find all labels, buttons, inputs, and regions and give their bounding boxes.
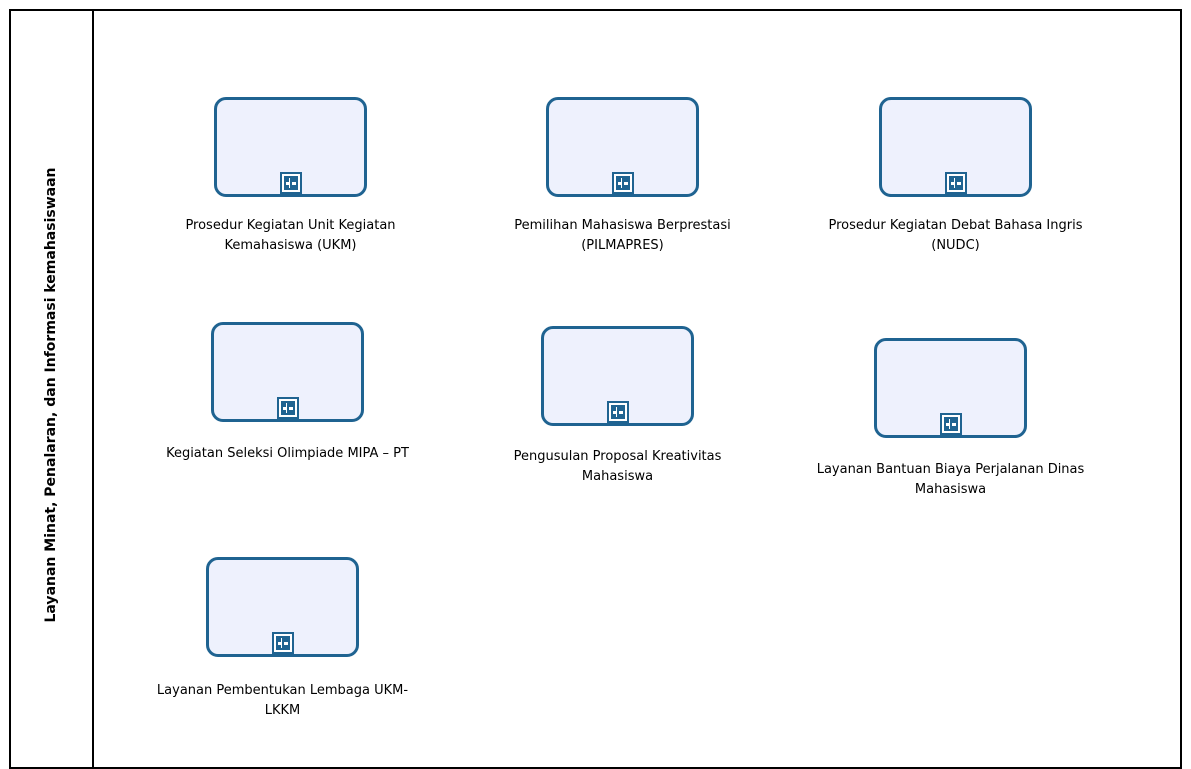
- plus-square-icon[interactable]: [607, 401, 629, 423]
- task-label: Pengusulan Proposal Kreativitas Mahasisw…: [513, 449, 722, 484]
- task-box[interactable]: [214, 97, 367, 197]
- plus-square-icon[interactable]: [280, 172, 302, 194]
- task-label: Layanan Bantuan Biaya Perjalanan Dinas M…: [816, 462, 1085, 497]
- task-label: Kegiatan Seleksi Olimpiade MIPA – PT: [166, 446, 409, 461]
- task-box[interactable]: [211, 322, 364, 422]
- lane-title: Layanan Minat, Penalaran, dan Informasi …: [43, 167, 59, 623]
- task-label: Layanan Pembentukan Lembaga UKM-LKKM: [156, 683, 409, 718]
- task-label: Pemilihan Mahasiswa Berprestasi (PILMAPR…: [514, 218, 731, 253]
- task-box[interactable]: [546, 97, 699, 197]
- task-label: Prosedur Kegiatan Debat Bahasa Ingris (N…: [828, 218, 1083, 253]
- plus-square-icon[interactable]: [277, 397, 299, 419]
- plus-square-icon[interactable]: [945, 172, 967, 194]
- task-box[interactable]: [206, 557, 359, 657]
- plus-square-icon[interactable]: [272, 632, 294, 654]
- task-box[interactable]: [879, 97, 1032, 197]
- task-box[interactable]: [541, 326, 694, 426]
- task-box[interactable]: [874, 338, 1027, 438]
- plus-square-icon[interactable]: [940, 413, 962, 435]
- plus-square-icon[interactable]: [612, 172, 634, 194]
- task-label: Prosedur Kegiatan Unit Kegiatan Kemahasi…: [185, 218, 396, 253]
